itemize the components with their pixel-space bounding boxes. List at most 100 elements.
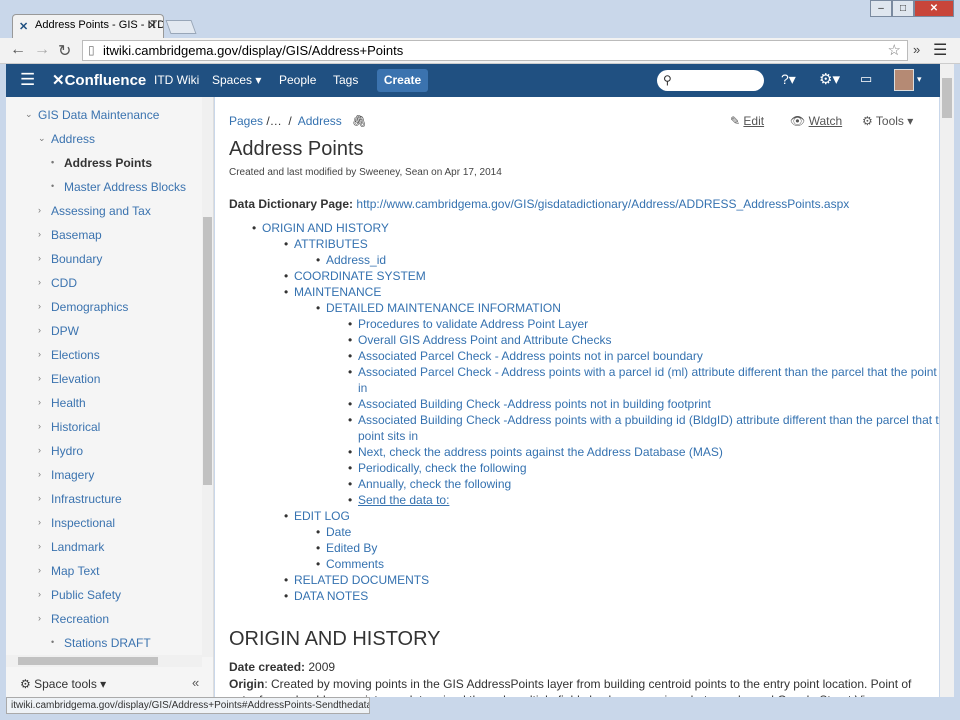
toc-link[interactable]: Associated Parcel Check - Address points… — [358, 349, 703, 363]
breadcrumb-ellipsis[interactable]: /… — [266, 114, 281, 128]
space-name[interactable]: ITD Wiki — [154, 73, 199, 87]
address-bar[interactable]: ▯ itwiki.cambridgema.gov/display/GIS/Add… — [82, 40, 908, 61]
minimize-icon[interactable]: – — [870, 0, 892, 17]
toc-link[interactable]: RELATED DOCUMENTS — [294, 573, 429, 587]
data-dictionary-link[interactable]: http://www.cambridgema.gov/GIS/gisdatadi… — [356, 197, 849, 211]
toc-link[interactable]: Edited By — [326, 541, 377, 555]
toc-link[interactable]: Procedures to validate Address Point Lay… — [358, 317, 588, 331]
forward-icon[interactable]: → — [34, 41, 50, 59]
toc-link[interactable]: EDIT LOG — [294, 509, 350, 523]
close-window-icon[interactable]: ✕ — [914, 0, 954, 17]
breadcrumb-pages[interactable]: Pages — [229, 114, 263, 128]
people-link[interactable]: People — [279, 73, 316, 87]
toc-link[interactable]: ORIGIN AND HISTORY — [262, 221, 389, 235]
sidebar-item[interactable]: › Elevation — [38, 372, 100, 386]
chevron-right-icon[interactable]: › — [38, 277, 41, 287]
edit-button[interactable]: ✎ Edit — [730, 114, 764, 128]
spaces-menu[interactable]: Spaces ▾ — [212, 73, 261, 87]
toc-link[interactable]: Overall GIS Address Point and Attribute … — [358, 333, 611, 347]
chevron-right-icon[interactable]: › — [38, 301, 41, 311]
bullet-icon[interactable]: • — [51, 181, 54, 191]
back-icon[interactable]: ← — [10, 41, 26, 59]
close-tab-icon[interactable]: ✕ — [148, 19, 157, 32]
toc-link[interactable]: MAINTENANCE — [294, 285, 381, 299]
toc-link[interactable]: Send the data to: — [358, 493, 449, 507]
sidebar-item[interactable]: › Map Text — [38, 564, 99, 578]
toc-link[interactable]: Date — [326, 525, 351, 539]
chevron-down-icon[interactable]: ⌄ — [38, 133, 46, 144]
toc-link-continuation[interactable]: point sits in — [358, 429, 418, 443]
sidebar-item[interactable]: › Recreation — [38, 612, 109, 626]
browser-tab[interactable]: ✕ Address Points - GIS - ITD ✕ — [12, 14, 164, 38]
bullet-icon[interactable]: • — [51, 637, 54, 647]
toc-link[interactable]: DATA NOTES — [294, 589, 368, 603]
hscrollbar-thumb[interactable] — [18, 657, 158, 665]
sidebar-item[interactable]: › Basemap — [38, 228, 102, 242]
toc-link[interactable]: Associated Building Check -Address point… — [358, 397, 711, 411]
chevron-down-icon[interactable]: ⌄ — [25, 109, 33, 120]
chevron-right-icon[interactable]: › — [38, 325, 41, 335]
page-scrollbar[interactable] — [940, 64, 954, 697]
sidebar-item[interactable]: • Address Points — [51, 156, 152, 170]
chevron-right-icon[interactable]: › — [38, 565, 41, 575]
sidebar-item[interactable]: › Public Safety — [38, 588, 121, 602]
attachment-icon[interactable]: 🖇 — [352, 114, 367, 128]
sidebar-item[interactable]: ⌄ Address — [38, 132, 95, 146]
chevron-right-icon[interactable]: › — [38, 349, 41, 359]
chevron-right-icon[interactable]: › — [38, 229, 41, 239]
toc-link[interactable]: Associated Building Check -Address point… — [358, 413, 939, 427]
notifications-icon[interactable]: ▭ — [860, 71, 872, 87]
scrollbar-thumb[interactable] — [203, 217, 212, 485]
hamburger-icon[interactable]: ☰ — [20, 70, 35, 90]
sidebar-hscrollbar[interactable] — [6, 655, 202, 667]
toc-link[interactable]: Address_id — [326, 253, 386, 267]
create-button[interactable]: Create — [377, 69, 428, 92]
browser-menu-icon[interactable]: ☰ — [933, 40, 947, 60]
chevron-right-icon[interactable]: › — [38, 613, 41, 623]
sidebar-item[interactable]: › Landmark — [38, 540, 104, 554]
tools-menu[interactable]: ⚙ Tools ▾ — [862, 114, 913, 128]
sidebar-item[interactable]: › Health — [38, 396, 86, 410]
toc-link[interactable]: Next, check the address points against t… — [358, 445, 723, 459]
chevron-down-icon[interactable]: ▾ — [917, 74, 922, 85]
chevron-right-icon[interactable]: › — [38, 469, 41, 479]
chevron-right-icon[interactable]: › — [38, 253, 41, 263]
chevron-right-icon[interactable]: › — [38, 517, 41, 527]
toc-link[interactable]: Annually, check the following — [358, 477, 511, 491]
chevron-right-icon[interactable]: › — [38, 493, 41, 503]
avatar[interactable] — [894, 69, 914, 91]
maximize-icon[interactable]: □ — [892, 0, 914, 17]
sidebar-item[interactable]: › DPW — [38, 324, 79, 338]
chevron-right-icon[interactable]: › — [38, 373, 41, 383]
sidebar-item[interactable]: › Historical — [38, 420, 100, 434]
collapse-sidebar-icon[interactable]: « — [192, 675, 199, 690]
chevron-right-icon[interactable]: › — [38, 421, 41, 431]
gear-icon[interactable]: ⚙▾ — [819, 70, 840, 88]
toc-link[interactable]: DETAILED MAINTENANCE INFORMATION — [326, 301, 561, 315]
toc-link[interactable]: ATTRIBUTES — [294, 237, 368, 251]
sidebar-item[interactable]: › Inspectional — [38, 516, 115, 530]
help-icon[interactable]: ?▾ — [781, 71, 796, 88]
sidebar-item[interactable]: › Hydro — [38, 444, 83, 458]
new-tab-button[interactable] — [165, 20, 197, 34]
sidebar-item[interactable]: › Assessing and Tax — [38, 204, 151, 218]
sidebar-item[interactable]: ⌄ GIS Data Maintenance — [25, 108, 159, 122]
sidebar-scrollbar[interactable] — [202, 97, 213, 657]
toc-link[interactable]: COORDINATE SYSTEM — [294, 269, 426, 283]
sidebar-item[interactable]: • Master Address Blocks — [51, 180, 186, 194]
sidebar-item[interactable]: › Demographics — [38, 300, 128, 314]
bookmark-star-icon[interactable]: ☆ — [888, 41, 901, 59]
toc-link[interactable]: Associated Parcel Check - Address points… — [358, 365, 939, 379]
chevron-right-icon[interactable]: › — [38, 541, 41, 551]
search-input[interactable]: ⚲ — [657, 70, 764, 91]
toc-link[interactable]: Comments — [326, 557, 384, 571]
sidebar-item[interactable]: › CDD — [38, 276, 77, 290]
sidebar-item[interactable]: › Elections — [38, 348, 100, 362]
toc-link[interactable]: Periodically, check the following — [358, 461, 527, 475]
sidebar-item[interactable]: › Infrastructure — [38, 492, 122, 506]
chevron-right-icon[interactable]: › — [38, 205, 41, 215]
chevron-right-icon[interactable]: › — [38, 397, 41, 407]
space-tools-menu[interactable]: ⚙ Space tools ▾ — [20, 677, 106, 691]
toc-link-continuation[interactable]: in — [358, 381, 367, 395]
sidebar-item[interactable]: › Imagery — [38, 468, 94, 482]
